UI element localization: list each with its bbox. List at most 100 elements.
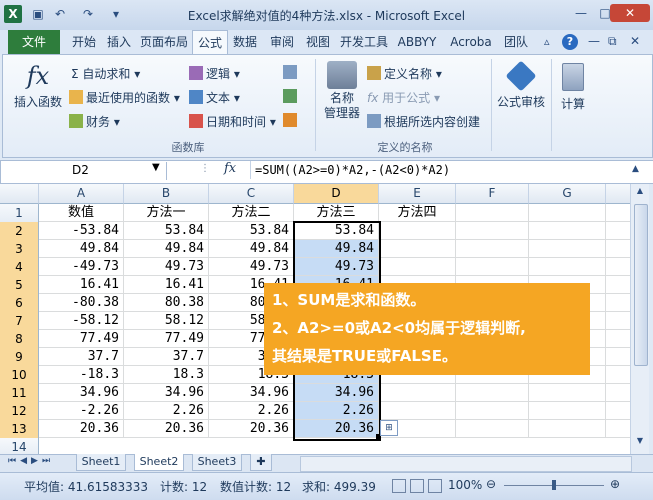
- new-sheet-icon[interactable]: ✚: [250, 454, 272, 471]
- cell-a5[interactable]: 16.41: [39, 276, 124, 294]
- cell-c12[interactable]: 2.26: [209, 402, 294, 420]
- row-header[interactable]: 13: [0, 420, 39, 439]
- formula-input[interactable]: =SUM((A2>=0)*A2,-(A2<0)*A2): [250, 161, 631, 179]
- cell-g3[interactable]: [529, 240, 606, 258]
- cell-h2[interactable]: [606, 222, 630, 240]
- cell-e2[interactable]: [379, 222, 456, 240]
- name-manager-button[interactable]: 名称 管理器: [321, 59, 363, 129]
- cell-a11[interactable]: 34.96: [39, 384, 124, 402]
- cell-g13[interactable]: [529, 420, 606, 438]
- cell-e12[interactable]: [379, 402, 456, 420]
- cell-b9[interactable]: 37.7: [124, 348, 209, 366]
- cell-b4[interactable]: 49.73: [124, 258, 209, 276]
- cell-f11[interactable]: [456, 384, 529, 402]
- cell-d1[interactable]: 方法三: [294, 204, 379, 222]
- cell-f1[interactable]: [456, 204, 529, 222]
- close-button[interactable]: ✕: [610, 4, 650, 22]
- cell-b7[interactable]: 58.12: [124, 312, 209, 330]
- cell-e1[interactable]: 方法四: [379, 204, 456, 222]
- tab-developer[interactable]: 开发工具: [338, 30, 390, 54]
- cell-h9[interactable]: [606, 348, 630, 366]
- autosum-button[interactable]: Σ 自动求和 ▾: [71, 65, 140, 82]
- cell-a9[interactable]: 37.7: [39, 348, 124, 366]
- cell-b6[interactable]: 80.38: [124, 294, 209, 312]
- workbook-close-icon[interactable]: ✕: [630, 34, 640, 48]
- tab-home[interactable]: 开始: [66, 30, 102, 54]
- column-header-f[interactable]: F: [456, 184, 529, 204]
- tab-formulas[interactable]: 公式: [192, 30, 228, 56]
- math-trig-button[interactable]: [283, 89, 305, 105]
- cell-a12[interactable]: -2.26: [39, 402, 124, 420]
- cell-b2[interactable]: 53.84: [124, 222, 209, 240]
- row-header[interactable]: 14: [0, 438, 39, 454]
- sheet-nav-icons[interactable]: ⏮◀▶⏭: [8, 456, 54, 466]
- help-icon[interactable]: ?: [562, 34, 578, 50]
- cell-e3[interactable]: [379, 240, 456, 258]
- vertical-scrollbar[interactable]: ▲ ▼: [630, 184, 649, 454]
- sheet-tab-3[interactable]: Sheet3: [192, 454, 242, 471]
- cell-c11[interactable]: 34.96: [209, 384, 294, 402]
- scroll-down-icon[interactable]: ▼: [633, 436, 647, 450]
- cell-e11[interactable]: [379, 384, 456, 402]
- cell-a6[interactable]: -80.38: [39, 294, 124, 312]
- row-header[interactable]: 11: [0, 384, 39, 403]
- row-header[interactable]: 4: [0, 258, 39, 277]
- row-header[interactable]: 9: [0, 348, 39, 367]
- cell-a2[interactable]: -53.84: [39, 222, 124, 240]
- cell-h3[interactable]: [606, 240, 630, 258]
- tab-acrobat[interactable]: Acroba: [446, 30, 496, 54]
- cell-g1[interactable]: [529, 204, 606, 222]
- cell-b12[interactable]: 2.26: [124, 402, 209, 420]
- cell-h7[interactable]: [606, 312, 630, 330]
- cell-h5[interactable]: [606, 276, 630, 294]
- tab-view[interactable]: 视图: [302, 30, 334, 54]
- create-from-selection-button[interactable]: 根据所选内容创建: [367, 113, 480, 130]
- page-break-view-icon[interactable]: [428, 479, 442, 493]
- column-header-c[interactable]: C: [209, 184, 294, 204]
- tab-team[interactable]: 团队: [500, 30, 532, 54]
- minimize-button[interactable]: —: [570, 4, 592, 22]
- cell-b3[interactable]: 49.84: [124, 240, 209, 258]
- cell-b5[interactable]: 16.41: [124, 276, 209, 294]
- insert-function-button[interactable]: fx 插入函数: [11, 59, 65, 121]
- zoom-in-icon[interactable]: ⊕: [610, 477, 620, 491]
- cell-f12[interactable]: [456, 402, 529, 420]
- cell-c2[interactable]: 53.84: [209, 222, 294, 240]
- column-header-g[interactable]: G: [529, 184, 606, 204]
- row-header[interactable]: 10: [0, 366, 39, 385]
- column-header-h[interactable]: [606, 184, 630, 204]
- cell-g4[interactable]: [529, 258, 606, 276]
- cell-a7[interactable]: -58.12: [39, 312, 124, 330]
- tab-review[interactable]: 审阅: [266, 30, 298, 54]
- recent-functions-button[interactable]: 最近使用的函数 ▾: [69, 89, 180, 106]
- tab-page-layout[interactable]: 页面布局: [138, 30, 190, 54]
- cell-c4[interactable]: 49.73: [209, 258, 294, 276]
- use-in-formula-button[interactable]: fx 用于公式 ▾: [367, 89, 440, 106]
- row-header[interactable]: 1: [0, 204, 39, 223]
- horizontal-scrollbar[interactable]: [300, 456, 632, 472]
- cell-a8[interactable]: 77.49: [39, 330, 124, 348]
- insert-function-fx-icon[interactable]: fx: [224, 161, 236, 176]
- cell-a13[interactable]: 20.36: [39, 420, 124, 438]
- finance-button[interactable]: 财务 ▾: [69, 113, 120, 130]
- cell-a1[interactable]: 数值: [39, 204, 124, 222]
- scroll-up-icon[interactable]: ▲: [633, 186, 647, 200]
- tab-data[interactable]: 数据: [228, 30, 262, 54]
- quick-analysis-icon[interactable]: ⊞: [380, 420, 398, 436]
- row-header[interactable]: 5: [0, 276, 39, 295]
- column-header-d[interactable]: D: [294, 184, 379, 204]
- file-tab[interactable]: 文件: [8, 30, 60, 54]
- zoom-level[interactable]: 100%: [448, 478, 482, 492]
- scroll-thumb[interactable]: [634, 204, 648, 366]
- define-name-button[interactable]: 定义名称 ▾: [367, 65, 442, 82]
- cell-h10[interactable]: [606, 366, 630, 384]
- workbook-minimize-icon[interactable]: —: [588, 34, 600, 48]
- normal-view-icon[interactable]: [392, 479, 406, 493]
- row-header[interactable]: 7: [0, 312, 39, 331]
- cell-h4[interactable]: [606, 258, 630, 276]
- column-header-e[interactable]: E: [379, 184, 456, 204]
- tab-insert[interactable]: 插入: [104, 30, 134, 54]
- cell-g2[interactable]: [529, 222, 606, 240]
- row-header[interactable]: 8: [0, 330, 39, 349]
- row-header[interactable]: 3: [0, 240, 39, 259]
